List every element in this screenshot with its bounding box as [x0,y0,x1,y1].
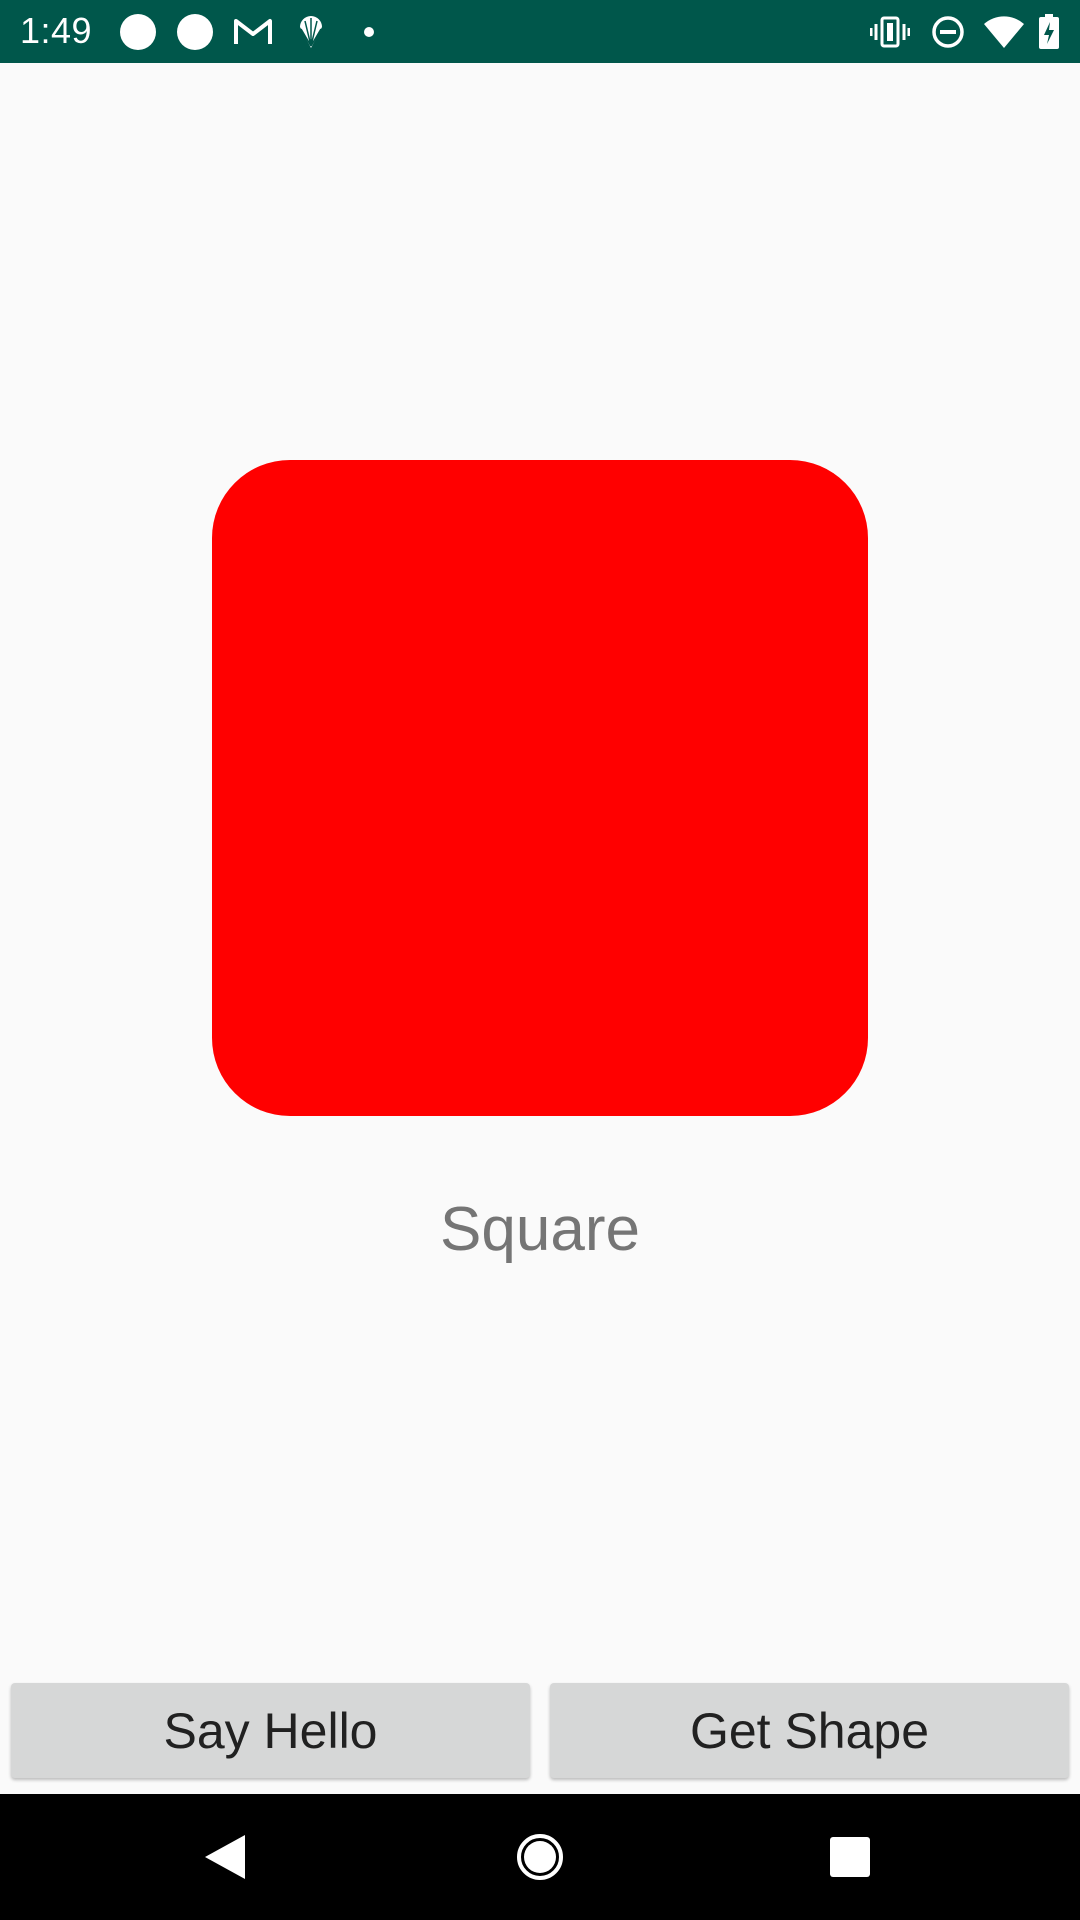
circle-icon [118,0,158,63]
recents-icon[interactable] [790,1794,910,1920]
say-hello-button[interactable]: Say Hello [11,1683,530,1778]
shell-icon [295,0,327,63]
gmail-icon [232,0,274,63]
status-time: 1:49 [20,10,93,51]
circle-icon [175,0,215,63]
navigation-bar [0,1794,1080,1920]
wifi-icon [980,0,1028,63]
do-not-disturb-icon [928,0,968,63]
get-shape-button[interactable]: Get Shape [550,1683,1069,1778]
back-icon[interactable] [166,1794,286,1920]
battery-charging-icon [1036,0,1062,63]
shape-label: Square [440,1195,640,1264]
shape-view [212,460,868,1116]
vibrate-icon [868,0,912,63]
status-bar: 1:49 [0,0,1080,63]
dot-icon [360,0,378,63]
home-icon[interactable] [480,1794,600,1920]
